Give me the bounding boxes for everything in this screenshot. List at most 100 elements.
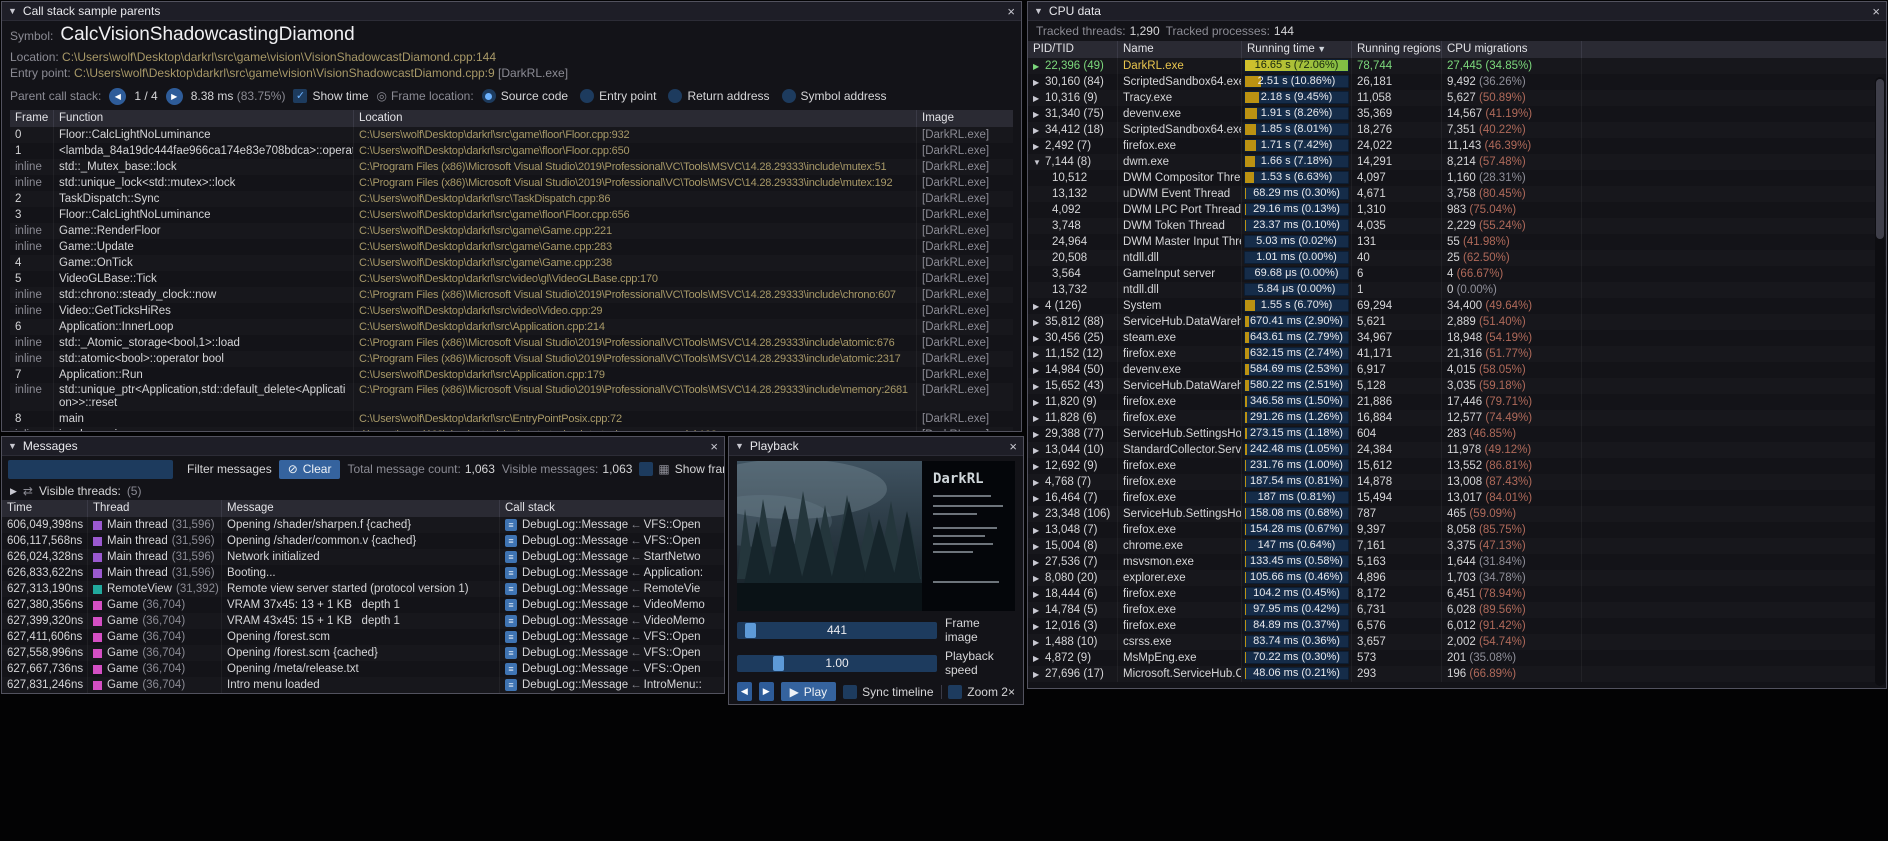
- cpu-row[interactable]: ▶35,812 (88)ServiceHub.DataWarehou670.41…: [1028, 314, 1886, 330]
- column-header-call-stack[interactable]: Call stack: [500, 500, 724, 517]
- radio-symbol-address[interactable]: Symbol address: [782, 89, 887, 103]
- expand-icon[interactable]: ▶: [1033, 571, 1045, 586]
- column-header-running-time[interactable]: Running time ▼: [1242, 41, 1352, 58]
- next-parent-button[interactable]: ▶: [166, 88, 183, 105]
- collapse-arrow[interactable]: ▼: [8, 6, 17, 16]
- cpu-row[interactable]: ▶34,412 (18)ScriptedSandbox64.exe1.85 s …: [1028, 122, 1886, 138]
- callstack-row[interactable]: 8mainC:\Users\wolf\Desktop\darkrl\src\En…: [10, 411, 1013, 427]
- expand-icon[interactable]: ▶: [1033, 427, 1045, 442]
- callstack-row[interactable]: inlinestd::atomic<bool>::operator boolC:…: [10, 351, 1013, 367]
- collapse-arrow[interactable]: ▼: [1034, 6, 1043, 16]
- column-header-cpu-migrations[interactable]: CPU migrations: [1442, 41, 1582, 58]
- scrollbar-grab[interactable]: [1876, 79, 1884, 239]
- callstack-frame-icon[interactable]: ≡: [505, 679, 517, 691]
- message-row[interactable]: 626,024,328nsMain thread(31,596)Network …: [2, 549, 724, 565]
- column-header-frame[interactable]: Frame: [10, 110, 54, 127]
- message-row[interactable]: 627,399,320nsGame(36,704)VRAM 43x45: 15 …: [2, 613, 724, 629]
- cpu-row[interactable]: ▶16,464 (7)firefox.exe187 ms (0.81%)15,4…: [1028, 490, 1886, 506]
- expand-icon[interactable]: ▶: [1033, 139, 1045, 154]
- message-row[interactable]: 627,831,246nsGame(36,704)Intro menu load…: [2, 677, 724, 693]
- cpu-scrollbar[interactable]: [1875, 77, 1885, 686]
- callstack-row[interactable]: 5VideoGLBase::TickC:\Users\wolf\Desktop\…: [10, 271, 1013, 287]
- show-frame-checkbox[interactable]: ✓▦Show frame: [639, 462, 724, 476]
- next-frame-button[interactable]: ▶: [759, 682, 774, 701]
- expand-icon[interactable]: ▶: [1033, 299, 1045, 314]
- callstack-row[interactable]: 1<lambda_84a19dc444fae966ca174e83e708bdc…: [10, 143, 1013, 159]
- expand-icon[interactable]: ▶: [1033, 59, 1045, 74]
- collapse-arrow[interactable]: ▼: [8, 441, 17, 451]
- cpu-row[interactable]: ▶14,784 (5)firefox.exe97.95 ms (0.42%)6,…: [1028, 602, 1886, 618]
- close-icon[interactable]: ×: [1009, 440, 1017, 453]
- radio-entry-point[interactable]: Entry point: [580, 89, 656, 103]
- callstack-frame-icon[interactable]: ≡: [505, 551, 517, 563]
- cpu-row[interactable]: 10,512DWM Compositor Thread1.53 s (6.63%…: [1028, 170, 1886, 186]
- cpu-row[interactable]: ▶15,004 (8)chrome.exe147 ms (0.64%)7,161…: [1028, 538, 1886, 554]
- cpu-row[interactable]: ▶31,340 (75)devenv.exe1.91 s (8.26%)35,3…: [1028, 106, 1886, 122]
- cpu-row[interactable]: ▶13,044 (10)StandardCollector.Servic242.…: [1028, 442, 1886, 458]
- column-header-function[interactable]: Function: [54, 110, 354, 127]
- show-time-checkbox[interactable]: ✓Show time: [293, 89, 368, 103]
- message-row[interactable]: 626,833,622nsMain thread(31,596)Booting.…: [2, 565, 724, 581]
- radio-source-code[interactable]: Source code: [482, 89, 568, 103]
- callstack-row[interactable]: inlinestd::unique_lock<std::mutex>::lock…: [10, 175, 1013, 191]
- prev-frame-button[interactable]: ◀: [737, 682, 752, 701]
- collapse-arrow[interactable]: ▼: [735, 441, 744, 451]
- column-header-name[interactable]: Name: [1118, 41, 1242, 58]
- expand-icon[interactable]: ▶: [1033, 315, 1045, 330]
- message-row[interactable]: 627,313,190nsRemoteView(31,392)Remote vi…: [2, 581, 724, 597]
- callstack-frame-icon[interactable]: ≡: [505, 647, 517, 659]
- callstack-row[interactable]: inlinestd::chrono::steady_clock::nowC:\P…: [10, 287, 1013, 303]
- expand-icon[interactable]: ▶: [1033, 443, 1045, 458]
- cpu-row[interactable]: ▶12,016 (3)firefox.exe84.89 ms (0.37%)6,…: [1028, 618, 1886, 634]
- callstack-row[interactable]: inlinestd::_Atomic_storage<bool,1>::load…: [10, 335, 1013, 351]
- cpu-row[interactable]: 13,132uDWM Event Thread68.29 ms (0.30%)4…: [1028, 186, 1886, 202]
- frame-image-slider[interactable]: 441: [737, 622, 937, 639]
- cpu-row[interactable]: 24,964DWM Master Input Thread5.03 ms (0.…: [1028, 234, 1886, 250]
- callstack-row[interactable]: inlineGame::RenderFloorC:\Users\wolf\Des…: [10, 223, 1013, 239]
- expand-icon[interactable]: ▶: [1033, 651, 1045, 666]
- radio-return-address[interactable]: Return address: [668, 89, 769, 103]
- message-row[interactable]: 606,117,568nsMain thread(31,596)Opening …: [2, 533, 724, 549]
- cpu-row[interactable]: ▶23,348 (106)ServiceHub.SettingsHost158.…: [1028, 506, 1886, 522]
- callstack-row[interactable]: inlinestd::_Mutex_base::lockC:\Program F…: [10, 159, 1013, 175]
- cpu-row[interactable]: ▶11,152 (12)firefox.exe632.15 ms (2.74%)…: [1028, 346, 1886, 362]
- callstack-frame-icon[interactable]: ≡: [505, 519, 517, 531]
- callstack-frame-icon[interactable]: ≡: [505, 663, 517, 675]
- cpu-row[interactable]: ▶13,048 (7)firefox.exe154.28 ms (0.67%)9…: [1028, 522, 1886, 538]
- expand-icon[interactable]: ▶: [1033, 587, 1045, 602]
- callstack-row[interactable]: inlineinvoke_maind:\agent\_work\63\s\src…: [10, 427, 1013, 431]
- callstack-frame-icon[interactable]: ≡: [505, 631, 517, 643]
- column-header-location[interactable]: Location: [354, 110, 917, 127]
- callstack-row[interactable]: 2TaskDispatch::SyncC:\Users\wolf\Desktop…: [10, 191, 1013, 207]
- expand-icon[interactable]: ▶: [1033, 523, 1045, 538]
- close-icon[interactable]: ×: [710, 440, 718, 453]
- callstack-row[interactable]: inlinestd::unique_ptr<Application,std::d…: [10, 383, 1013, 411]
- callstack-row[interactable]: 3Floor::CalcLightNoLuminanceC:\Users\wol…: [10, 207, 1013, 223]
- cpu-row[interactable]: 20,508ntdll.dll1.01 ms (0.00%)4025 (62.5…: [1028, 250, 1886, 266]
- expand-icon[interactable]: ▶: [1033, 123, 1045, 138]
- prev-parent-button[interactable]: ◀: [109, 88, 126, 105]
- cpu-row[interactable]: ▶10,316 (9)Tracy.exe2.18 s (9.45%)11,058…: [1028, 90, 1886, 106]
- clear-button[interactable]: ⊘Clear: [279, 460, 341, 479]
- column-header-image[interactable]: Image: [917, 110, 1013, 127]
- expand-icon[interactable]: ▶: [1033, 331, 1045, 346]
- expand-icon[interactable]: ▶: [1033, 107, 1045, 122]
- cpu-row[interactable]: ▶1,488 (10)csrss.exe83.74 ms (0.36%)3,65…: [1028, 634, 1886, 650]
- cpu-row[interactable]: 3,564GameInput server69.68 μs (0.00%)64 …: [1028, 266, 1886, 282]
- callstack-frame-icon[interactable]: ≡: [505, 599, 517, 611]
- cpu-row[interactable]: ▶27,536 (7)msvsmon.exe133.45 ms (0.58%)5…: [1028, 554, 1886, 570]
- filter-input[interactable]: [8, 460, 173, 479]
- callstack-row[interactable]: 7Application::RunC:\Users\wolf\Desktop\d…: [10, 367, 1013, 383]
- visible-threads-row[interactable]: ▶ ⇄ Visible threads: (5): [2, 482, 724, 500]
- expand-icon[interactable]: ▼: [1033, 155, 1045, 170]
- expand-icon[interactable]: ▶: [1033, 475, 1045, 490]
- expand-icon[interactable]: ▶: [1033, 667, 1045, 682]
- callstack-frame-icon[interactable]: ≡: [505, 535, 517, 547]
- message-row[interactable]: 627,667,736nsGame(36,704)Opening /meta/r…: [2, 661, 724, 677]
- callstack-frame-icon[interactable]: ≡: [505, 615, 517, 627]
- callstack-row[interactable]: inlineVideo::GetTicksHiResC:\Users\wolf\…: [10, 303, 1013, 319]
- message-row[interactable]: 606,049,398nsMain thread(31,596)Opening …: [2, 517, 724, 533]
- playback-speed-slider[interactable]: 1.00: [737, 655, 937, 672]
- cpu-row[interactable]: ▶2,492 (7)firefox.exe1.71 s (7.42%)24,02…: [1028, 138, 1886, 154]
- cpu-row[interactable]: 4,092DWM LPC Port Thread29.16 ms (0.13%)…: [1028, 202, 1886, 218]
